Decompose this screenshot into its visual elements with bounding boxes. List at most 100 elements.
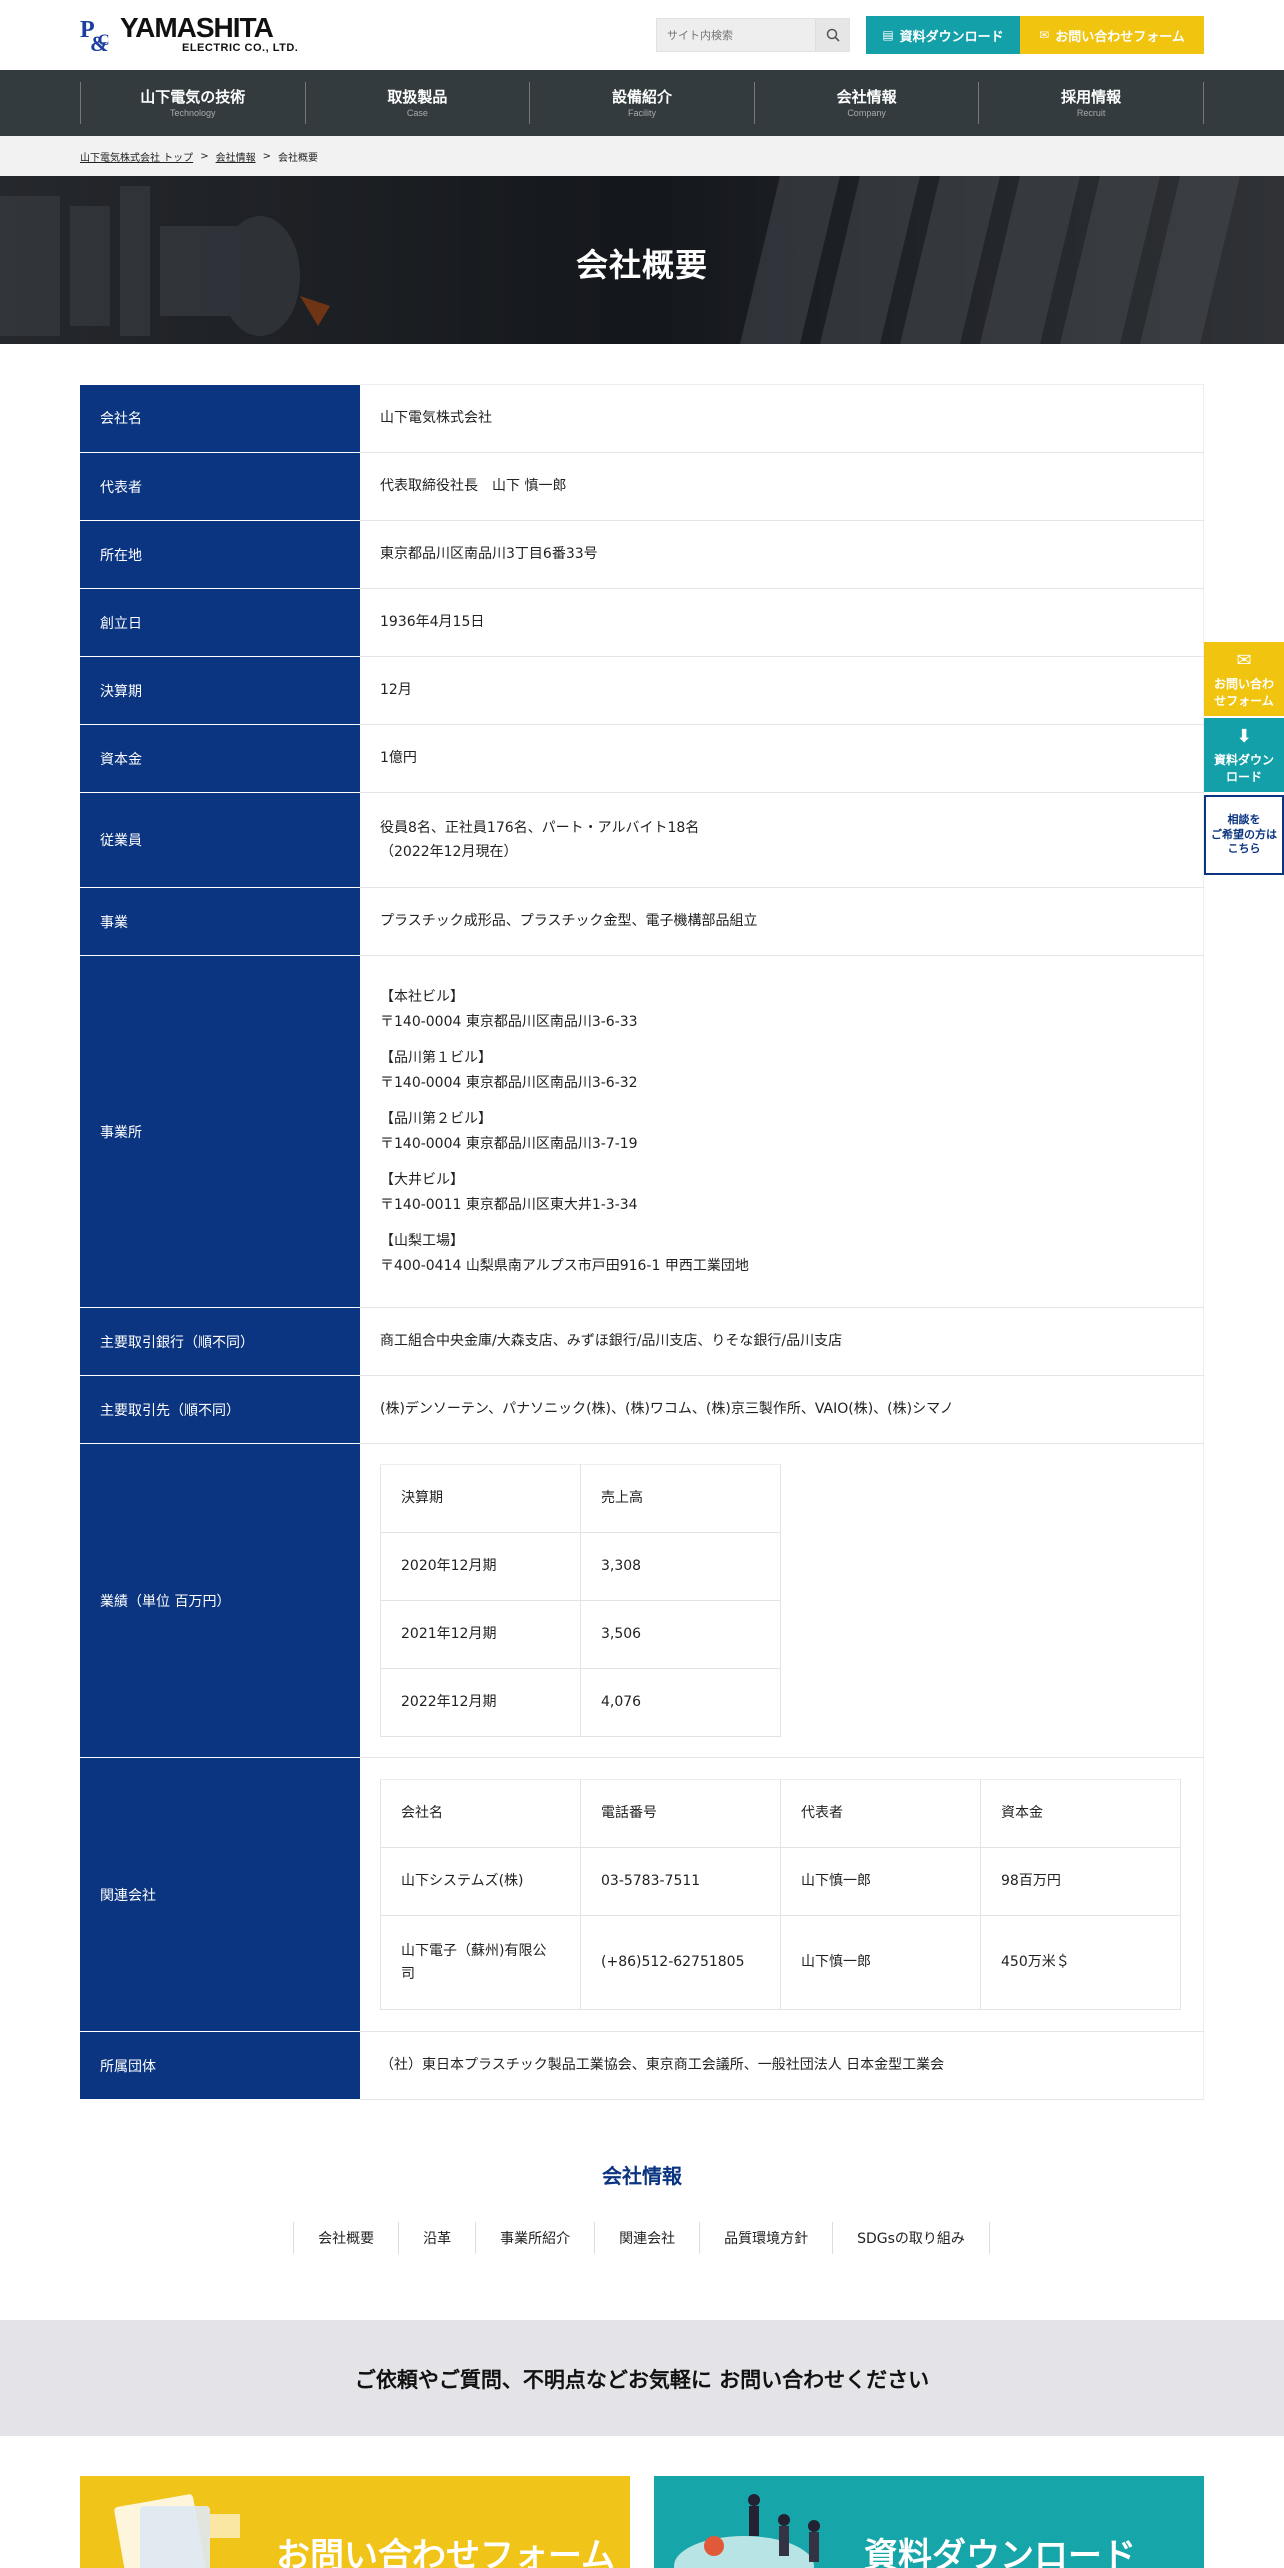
table-row: 主要取引銀行（順不同） 商工組合中央金庫/大森支店、みずほ銀行/品川支店、りそな…: [80, 1307, 1204, 1376]
office-address: 〒140-0004 東京都品川区南品川3-7-19: [380, 1135, 638, 1152]
row-value: 【本社ビル】 〒140-0004 東京都品川区南品川3-6-33 【品川第１ビル…: [360, 955, 1204, 1308]
column-header: 資本金: [980, 1779, 1181, 1848]
performance-row: 2022年12月期 4,076: [380, 1668, 781, 1737]
related-row: 山下システムズ(株) 03-5783-7511 山下慎一郎 98百万円: [380, 1847, 1181, 1916]
contact-band-text: ご依頼やご質問、不明点などお気軽に お問い合わせください: [354, 2368, 930, 2392]
row-value: 1936年4月15日: [360, 588, 1204, 657]
table-row: 代表者 代表取締役社長 山下 慎一郎: [80, 452, 1204, 521]
breadcrumb: 山下電気株式会社 トップ > 会社情報 > 会社概要: [0, 136, 1284, 176]
row-label: 主要取引先（順不同）: [80, 1375, 360, 1444]
sales-cell: 4,076: [580, 1668, 781, 1737]
company-link-affiliates[interactable]: 関連会社: [594, 2222, 701, 2254]
contact-form-card-label: お問い合わせフォーム: [276, 2536, 615, 2568]
nav-item-case[interactable]: 取扱製品 Case: [304, 82, 530, 124]
company-link-overview[interactable]: 会社概要: [293, 2222, 400, 2254]
office-item: 【品川第２ビル】 〒140-0004 東京都品川区南品川3-7-19: [380, 1107, 1183, 1156]
performance-header-row: 決算期 売上高: [380, 1464, 781, 1533]
performance-row: 2021年12月期 3,506: [380, 1600, 781, 1669]
office-name: 【品川第１ビル】: [380, 1050, 492, 1066]
table-row: 業績（単位 百万円） 決算期 売上高 2020年12月期 3,308 2021年…: [80, 1443, 1204, 1758]
search-input[interactable]: [657, 19, 815, 51]
nav-item-sublabel: Technology: [170, 107, 216, 118]
table-row: 事業所 【本社ビル】 〒140-0004 東京都品川区南品川3-6-33 【品川…: [80, 955, 1204, 1308]
table-row: 創立日 1936年4月15日: [80, 588, 1204, 657]
row-value: 役員8名、正社員176名、パート・アルバイト18名 （2022年12月現在）: [360, 792, 1204, 888]
row-label: 代表者: [80, 452, 360, 521]
row-label: 関連会社: [80, 1757, 360, 2032]
office-address: 〒140-0011 東京都品川区東大井1-3-34: [380, 1196, 638, 1213]
side-consult-line: ご希望の方は: [1211, 827, 1277, 841]
period-cell: 2020年12月期: [380, 1532, 581, 1601]
nav-item-facility[interactable]: 設備紹介 Facility: [529, 82, 754, 124]
svg-text:C: C: [98, 32, 110, 49]
contact-form-card[interactable]: お問い合わせフォーム: [80, 2476, 630, 2568]
site-header: P & C YAMASHITA ELECTRIC CO., LTD. ▤ 資料ダ…: [0, 0, 1284, 70]
company-info-links: 会社概要 沿革 事業所紹介 関連会社 品質環境方針 SDGsの取り組み: [0, 2222, 1284, 2254]
office-item: 【大井ビル】 〒140-0011 東京都品川区東大井1-3-34: [380, 1168, 1183, 1217]
row-label: 事業: [80, 887, 360, 956]
side-download-tab[interactable]: ⬇ 資料ダウンロード: [1204, 718, 1284, 792]
table-row: 主要取引先（順不同） (株)デンソーテン、パナソニック(株)、(株)ワコム、(株…: [80, 1375, 1204, 1444]
office-address: 〒140-0004 東京都品川区南品川3-6-32: [380, 1074, 638, 1091]
nav-item-recruit[interactable]: 採用情報 Recruit: [978, 82, 1204, 124]
employees-line: 役員8名、正社員176名、パート・アルバイト18名: [380, 819, 700, 836]
company-link-sdgs[interactable]: SDGsの取り組み: [832, 2222, 990, 2254]
table-row: 資本金 1億円: [80, 724, 1204, 793]
office-item: 【山梨工場】 〒400-0414 山梨県南アルプス市戸田916-1 甲西工業団地: [380, 1229, 1183, 1278]
row-label: 業績（単位 百万円）: [80, 1443, 360, 1758]
row-label: 所在地: [80, 520, 360, 589]
row-label: 創立日: [80, 588, 360, 657]
nav-item-label: 取扱製品: [387, 88, 448, 107]
related-companies-table: 会社名 電話番号 代表者 資本金 山下システムズ(株) 03-5783-7511…: [380, 1779, 1181, 2010]
nav-item-sublabel: Case: [406, 107, 428, 118]
nav-item-label: 山下電気の技術: [140, 88, 246, 107]
row-value: プラスチック成形品、プラスチック金型、電子機構部品組立: [360, 887, 1204, 956]
search-button[interactable]: [815, 19, 849, 51]
sales-cell: 3,308: [580, 1532, 781, 1601]
row-label: 従業員: [80, 792, 360, 888]
table-row: 関連会社 会社名 電話番号 代表者 資本金 山下システムズ(株) 03-5783…: [80, 1757, 1204, 2032]
breadcrumb-separator: >: [262, 151, 271, 162]
office-item: 【品川第１ビル】 〒140-0004 東京都品川区南品川3-6-32: [380, 1046, 1183, 1095]
company-logo[interactable]: P & C YAMASHITA ELECTRIC CO., LTD.: [80, 12, 298, 57]
rep-cell: 山下慎一郎: [780, 1915, 981, 2010]
row-value: 1億円: [360, 724, 1204, 793]
page-title: 会社概要: [575, 246, 708, 284]
table-row: 事業 プラスチック成形品、プラスチック金型、電子機構部品組立: [80, 887, 1204, 956]
download-card[interactable]: 資料ダウンロード: [654, 2476, 1204, 2568]
office-item: 【本社ビル】 〒140-0004 東京都品川区南品川3-6-33: [380, 985, 1183, 1034]
column-header: 電話番号: [580, 1779, 781, 1848]
search-icon: [826, 28, 840, 42]
company-link-offices[interactable]: 事業所紹介: [475, 2222, 596, 2254]
rep-cell: 山下慎一郎: [780, 1847, 981, 1916]
company-link-quality[interactable]: 品質環境方針: [699, 2222, 834, 2254]
row-value: 代表取締役社長 山下 慎一郎: [360, 452, 1204, 521]
side-contact-tab[interactable]: ✉ お問い合わせフォーム: [1204, 642, 1284, 716]
row-label: 資本金: [80, 724, 360, 793]
header-contact-button[interactable]: ✉ お問い合わせフォーム: [1020, 16, 1204, 54]
people-illustration-icon: [674, 2494, 820, 2568]
nav-item-label: 会社情報: [836, 88, 897, 107]
period-cell: 2022年12月期: [380, 1668, 581, 1737]
mail-icon: ✉: [1039, 28, 1050, 42]
column-header: 売上高: [580, 1464, 781, 1533]
nav-item-sublabel: Recruit: [1076, 107, 1106, 118]
row-value: 会社名 電話番号 代表者 資本金 山下システムズ(株) 03-5783-7511…: [360, 1757, 1204, 2032]
header-download-button[interactable]: ▤ 資料ダウンロード: [866, 16, 1020, 54]
logo-main-text: YAMASHITA: [120, 12, 274, 43]
breadcrumb-home-link[interactable]: 山下電気株式会社 トップ: [80, 149, 193, 164]
nav-item-technology[interactable]: 山下電気の技術 Technology: [80, 82, 305, 124]
related-header-row: 会社名 電話番号 代表者 資本金: [380, 1779, 1181, 1848]
table-row: 所属団体 （社）東日本プラスチック製品工業協会、東京商工会議所、一般社団法人 日…: [80, 2031, 1204, 2100]
side-consult-tab[interactable]: 相談を ご希望の方は こちら: [1204, 795, 1284, 875]
row-value: 商工組合中央金庫/大森支店、みずほ銀行/品川支店、りそな銀行/品川支店: [360, 1307, 1204, 1376]
row-value: (株)デンソーテン、パナソニック(株)、(株)ワコム、(株)京三製作所、VAIO…: [360, 1375, 1204, 1444]
breadcrumb-separator: >: [200, 151, 209, 162]
row-label: 所属団体: [80, 2031, 360, 2100]
table-row: 決算期 12月: [80, 656, 1204, 725]
nav-item-company[interactable]: 会社情報 Company: [753, 82, 979, 124]
company-info-heading: 会社情報: [602, 2164, 682, 2188]
breadcrumb-parent-link[interactable]: 会社情報: [216, 149, 256, 164]
column-header: 代表者: [780, 1779, 981, 1848]
company-link-history[interactable]: 沿革: [398, 2222, 477, 2254]
